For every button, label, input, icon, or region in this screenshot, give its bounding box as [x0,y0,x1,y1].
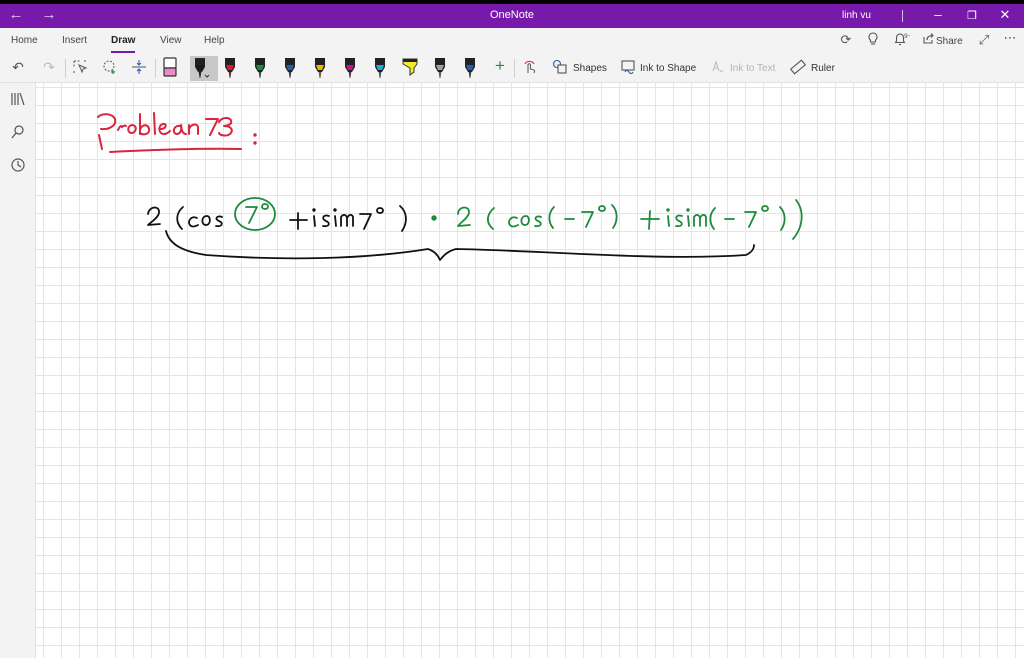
restore-icon[interactable]: ❐ [961,9,983,22]
search-icon[interactable] [7,124,29,143]
highlighter-pen[interactable] [400,56,420,81]
shapes-icon[interactable] [549,59,571,78]
sync-icon[interactable]: ⟳ [836,32,856,48]
highlighter-icon [402,58,418,76]
pen-icon [465,58,475,79]
pen-icon [195,58,210,79]
pen-tool[interactable] [250,56,270,81]
pen-icon [285,58,295,79]
more-options-icon[interactable]: ⋯ [1000,30,1020,46]
close-icon[interactable]: ✕ [994,7,1016,23]
pen-tool[interactable] [340,56,360,81]
pen-icon [255,58,265,79]
ink-expression-part-2 [234,197,803,240]
share-button[interactable]: Share [936,36,963,47]
add-pen-icon[interactable]: + [489,56,511,76]
touch-drawing-icon[interactable] [519,59,541,78]
lightbulb-icon[interactable] [863,32,883,49]
ribbon-tabs: Home Insert Draw View Help ⟳ 9+ Share ⤢ … [0,28,1024,54]
pen-tool[interactable] [310,56,330,81]
eraser-icon [163,57,177,77]
ink-expression-part-1 [147,205,755,261]
ruler-icon[interactable] [787,59,809,78]
pen-tool[interactable] [370,56,390,81]
pen-icon [315,58,325,79]
fullscreen-expand-icon[interactable]: ⤢ [974,32,994,48]
add-space-icon[interactable] [128,59,150,78]
notebooks-icon[interactable] [7,91,29,110]
tab-draw[interactable]: Draw [111,35,136,53]
title-bar: ← → OneNote linh vu – ❐ ✕ [0,4,1024,28]
handwritten-ink[interactable] [36,83,1024,658]
toolbar-separator [514,59,515,78]
pen-tool[interactable] [430,56,450,81]
toolbar-separator [155,59,156,78]
redo-icon[interactable]: ↷ [38,59,60,76]
user-name[interactable]: linh vu [842,10,871,21]
ink-to-shape-button[interactable]: Ink to Shape [640,63,696,74]
draw-toolbar: ↶ ↷ + Shapes Ink to Shape Ink to Text Ru… [0,54,1024,83]
share-icon[interactable] [918,32,938,48]
recent-notes-clock-icon[interactable] [7,157,29,176]
shapes-button[interactable]: Shapes [573,63,607,74]
lasso-select-icon[interactable] [99,59,121,78]
pen-tool[interactable] [190,56,218,81]
toolbar-separator [65,59,66,78]
tab-home[interactable]: Home [11,35,38,46]
ink-to-shape-icon[interactable] [617,59,639,78]
ruler-button[interactable]: Ruler [811,63,835,74]
title-separator [902,10,903,22]
pen-icon [375,58,385,79]
undo-icon[interactable]: ↶ [7,59,29,76]
ink-to-text-button[interactable]: Ink to Text [730,63,775,74]
pen-tool[interactable] [220,56,240,81]
tab-insert[interactable]: Insert [62,35,87,46]
minimize-icon[interactable]: – [927,7,949,22]
tab-view[interactable]: View [160,35,182,46]
notifications-bell-icon[interactable]: 9+ [892,32,913,49]
ink-heading-problem-73 [97,112,257,153]
pen-tool[interactable] [460,56,480,81]
select-objects-icon[interactable] [69,59,91,78]
ink-to-text-icon[interactable] [707,59,729,78]
pen-icon [345,58,355,79]
pen-tool[interactable] [280,56,300,81]
note-canvas[interactable] [36,83,1024,658]
svg-text:9+: 9+ [904,33,910,40]
pen-icon [435,58,445,79]
eraser-tool[interactable] [160,56,180,81]
tab-help[interactable]: Help [204,35,225,46]
left-navigation [0,83,36,658]
pen-icon [225,58,235,79]
